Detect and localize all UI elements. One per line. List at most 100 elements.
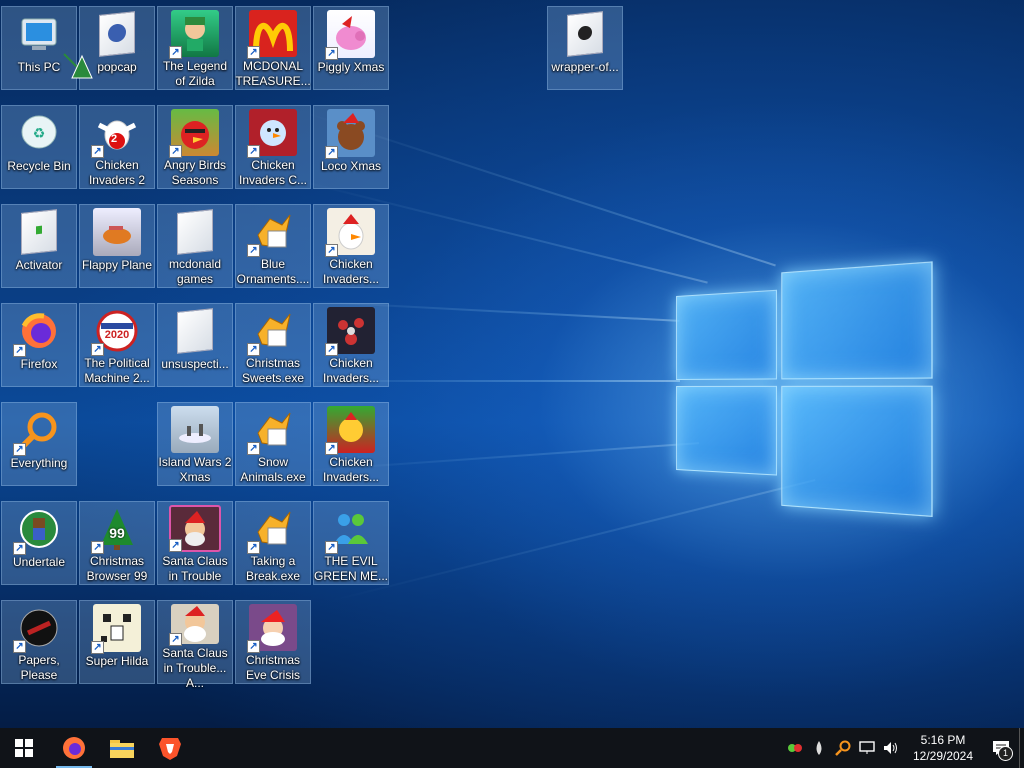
- desktop-icon-legend-of-zilda[interactable]: ↗ The Legend of Zilda: [157, 6, 233, 90]
- desktop-icon-flappy-plane[interactable]: Flappy Plane: [79, 204, 155, 288]
- desktop-icon-chicken-invaders-2[interactable]: 2 ↗ Chicken Invaders 2: [79, 105, 155, 189]
- shortcut-arrow-icon: ↗: [13, 344, 26, 357]
- desktop-icon-papers-please[interactable]: ↗ Papers, Please: [1, 600, 77, 684]
- desktop-icon-wrapper-of[interactable]: wrapper-of...: [547, 6, 623, 90]
- chicken-icon: 2 ↗: [91, 109, 141, 158]
- taskbar-file-explorer[interactable]: [98, 728, 146, 768]
- desktop-icon-blue-ornaments[interactable]: ↗ Blue Ornaments....: [235, 204, 311, 288]
- show-desktop-button[interactable]: [1019, 728, 1024, 768]
- notification-center-button[interactable]: 1: [983, 728, 1019, 768]
- angry-bird-icon: ↗: [169, 109, 219, 158]
- network-icon[interactable]: [855, 728, 879, 768]
- desktop-icon-chicken-invaders-c[interactable]: ↗ Chicken Invaders C...: [235, 105, 311, 189]
- chicken-icon: ↗: [325, 208, 375, 257]
- computer-icon: [15, 10, 63, 58]
- screensaver-icon: ↗: [247, 307, 297, 356]
- shortcut-arrow-icon: ↗: [169, 539, 182, 552]
- system-tray: 5:16 PM 12/29/2024 1: [783, 728, 1024, 768]
- shortcut-arrow-icon: ↗: [169, 46, 182, 59]
- shortcut-arrow-icon: ↗: [325, 541, 338, 554]
- volume-icon[interactable]: [879, 728, 903, 768]
- desktop-icon-piggly-xmas[interactable]: ↗ Piggly Xmas: [313, 6, 389, 90]
- desktop-icon-everything[interactable]: ↗ Everything: [1, 402, 77, 486]
- screensaver-icon: ↗: [247, 505, 297, 554]
- shortcut-arrow-icon: ↗: [325, 442, 338, 455]
- clock-date: 12/29/2024: [912, 749, 974, 763]
- desktop-icon-christmas-browser-99[interactable]: 99 ↗ Christmas Browser 99: [79, 501, 155, 585]
- svg-text:♻: ♻: [33, 125, 46, 141]
- shortcut-arrow-icon: ↗: [91, 145, 104, 158]
- shortcut-arrow-icon: ↗: [325, 146, 338, 159]
- desktop-icon-christmas-sweets[interactable]: ↗ Christmas Sweets.exe: [235, 303, 311, 387]
- desktop-icon-santa-claus-in-trouble-again[interactable]: ↗ Santa Claus in Trouble... A...: [157, 600, 233, 690]
- desktop-icon-christmas-eve-crisis[interactable]: ↗ Christmas Eve Crisis: [235, 600, 311, 684]
- desktop-icon-recycle-bin[interactable]: ♻ Recycle Bin: [1, 105, 77, 189]
- island-icon: [171, 406, 219, 453]
- messenger-people-icon: ↗: [325, 505, 375, 554]
- santa-icon: ↗: [247, 604, 297, 653]
- desktop-icon-chicken-invaders-4[interactable]: ↗ Chicken Invaders...: [313, 303, 389, 387]
- game-character-icon: ↗: [169, 10, 219, 59]
- chicken-space-icon: ↗: [325, 307, 375, 356]
- notification-count-badge: 1: [998, 746, 1013, 761]
- undertale-icon: ↗: [13, 505, 63, 555]
- shortcut-arrow-icon: ↗: [91, 343, 104, 356]
- plane-icon: [93, 208, 141, 256]
- network-status-icon[interactable]: [783, 728, 807, 768]
- desktop-icon-santa-claus-in-trouble[interactable]: ↗ Santa Claus in Trouble: [157, 501, 233, 585]
- desktop-icon-snow-animals[interactable]: ↗ Snow Animals.exe: [235, 402, 311, 486]
- desktop-icon-unsuspecti[interactable]: unsuspecti...: [157, 303, 233, 387]
- shortcut-arrow-icon: ↗: [325, 244, 338, 257]
- folder-icon: [171, 307, 219, 355]
- shortcut-arrow-icon: ↗: [169, 145, 182, 158]
- shortcut-arrow-icon: ↗: [247, 442, 260, 455]
- mouse-cursor-christmas-tree: [62, 52, 94, 89]
- shortcut-arrow-icon: ↗: [247, 541, 260, 554]
- shortcut-arrow-icon: ↗: [247, 640, 260, 653]
- folder-icon: [561, 10, 609, 58]
- desktop-icon-angry-birds-seasons[interactable]: ↗ Angry Birds Seasons: [157, 105, 233, 189]
- desktop-icon-activator[interactable]: Activator: [1, 204, 77, 288]
- desktop-icon-mcdonal-treasure[interactable]: ↗ MCDONAL TREASURE...: [235, 6, 311, 90]
- firefox-icon: ↗: [13, 307, 63, 357]
- desktop-icon-taking-a-break[interactable]: ↗ Taking a Break.exe: [235, 501, 311, 585]
- desktop-icon-chicken-invaders-5[interactable]: ↗ Chicken Invaders...: [313, 402, 389, 486]
- campaign-button-icon: 2020 ↗: [91, 307, 141, 356]
- papers-please-icon: ↗: [13, 604, 63, 653]
- screensaver-icon: ↗: [247, 208, 297, 257]
- taskbar-clock[interactable]: 5:16 PM 12/29/2024: [909, 732, 977, 764]
- folder-icon: [110, 740, 134, 758]
- everything-search-tray-icon[interactable]: [831, 728, 855, 768]
- shortcut-arrow-icon: ↗: [247, 145, 260, 158]
- desktop-icon-mcdonald-games[interactable]: mcdonald games: [157, 204, 233, 288]
- desktop-icon-loco-xmas[interactable]: ↗ Loco Xmas: [313, 105, 389, 189]
- taskbar: 5:16 PM 12/29/2024 1: [0, 728, 1024, 768]
- folder-icon: [93, 10, 141, 58]
- mcdonalds-logo-icon: ↗: [247, 10, 297, 59]
- start-button[interactable]: [0, 728, 48, 768]
- chicken-icon: ↗: [325, 406, 375, 455]
- taskbar-brave[interactable]: [146, 728, 194, 768]
- desktop-icon-undertale[interactable]: ↗ Undertale: [1, 501, 77, 585]
- taskbar-firefox[interactable]: [50, 728, 98, 768]
- desktop-icon-super-hilda[interactable]: ↗ Super Hilda: [79, 600, 155, 684]
- shortcut-arrow-icon: ↗: [247, 244, 260, 257]
- windows-logo-wallpaper: [676, 252, 933, 524]
- everything-search-icon: ↗: [13, 406, 63, 456]
- recycle-bin-icon: ♻: [15, 109, 63, 157]
- folder-icon: [171, 208, 219, 255]
- desktop-icon-island-wars-2-xmas[interactable]: Island Wars 2 Xmas: [157, 402, 233, 486]
- desktop-icon-evil-green-me[interactable]: ↗ THE EVIL GREEN ME...: [313, 501, 389, 585]
- christmas-tree-icon: 99 ↗: [91, 505, 141, 554]
- water-drop-icon[interactable]: [807, 728, 831, 768]
- firefox-icon: [63, 737, 85, 759]
- clock-time: 5:16 PM: [920, 733, 966, 747]
- brave-lion-icon: [159, 738, 181, 760]
- santa-icon: ↗: [169, 505, 221, 552]
- desktop-icon-chicken-invaders-3[interactable]: ↗ Chicken Invaders...: [313, 204, 389, 288]
- desktop-icon-political-machine[interactable]: 2020 ↗ The Political Machine 2...: [79, 303, 155, 387]
- desktop-icon-firefox[interactable]: ↗ Firefox: [1, 303, 77, 387]
- shortcut-arrow-icon: ↗: [91, 541, 104, 554]
- snowman-chicken-icon: ↗: [247, 109, 297, 158]
- shortcut-arrow-icon: ↗: [325, 343, 338, 356]
